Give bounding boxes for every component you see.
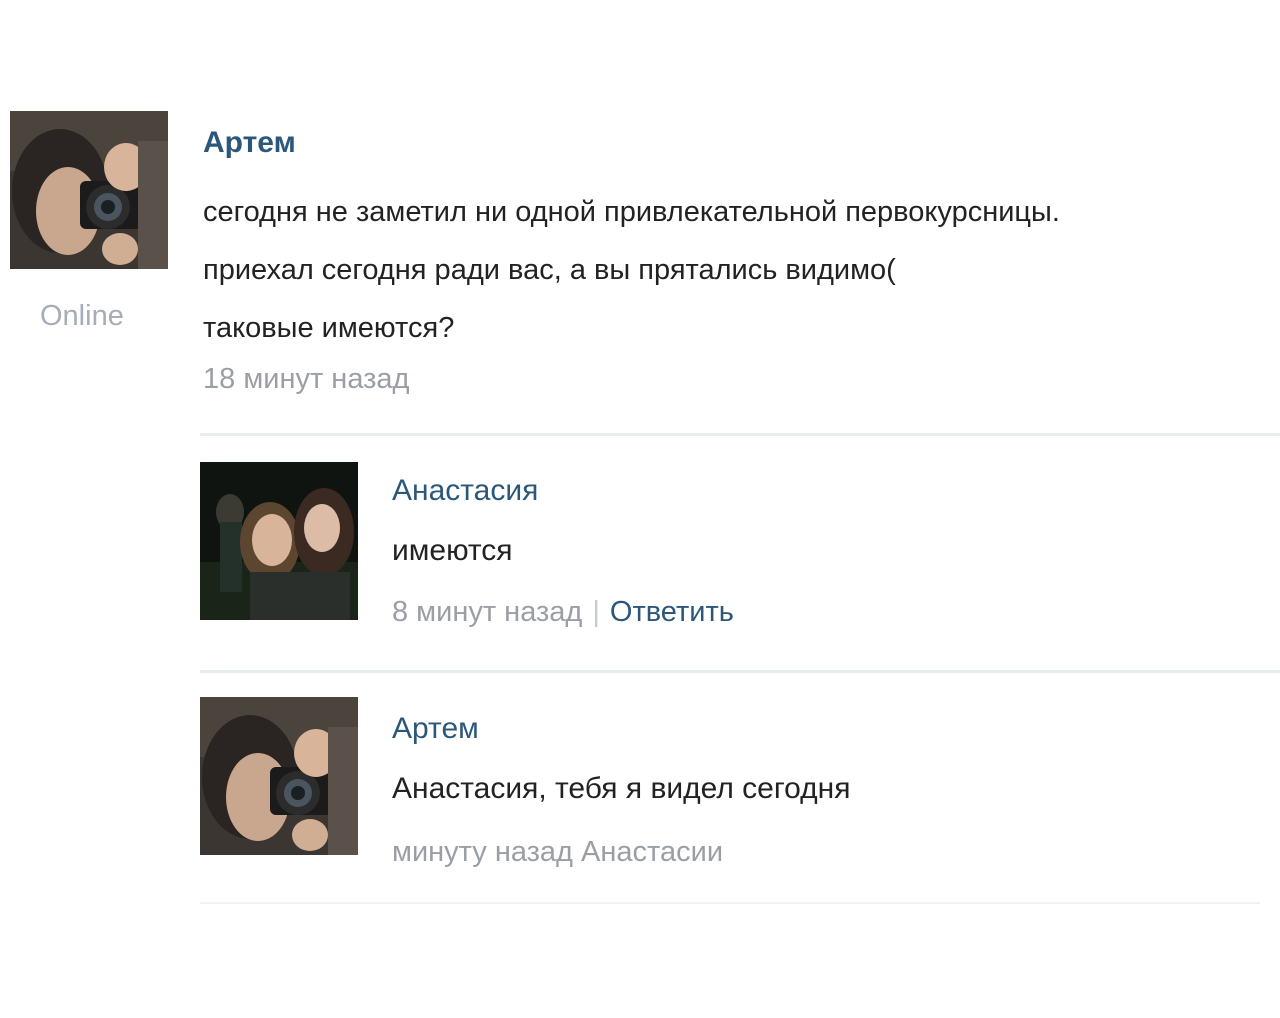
divider <box>200 433 1280 436</box>
reply-avatar[interactable] <box>200 462 358 620</box>
reply-author-name[interactable]: Анастасия <box>392 474 538 508</box>
avatar-photo <box>200 697 358 855</box>
reply-text: Анастасия, тебя я видел сегодня <box>392 772 851 805</box>
reply-timestamp[interactable]: 8 минут назад <box>392 596 582 628</box>
post-timestamp[interactable]: 18 минут назад <box>203 363 409 396</box>
meta-separator: | <box>592 596 600 628</box>
divider <box>200 902 1260 904</box>
reply-meta: минуту назад Анастасии <box>392 836 723 869</box>
online-status: Online <box>40 300 124 332</box>
divider <box>200 670 1280 673</box>
author-avatar[interactable] <box>10 111 168 269</box>
reply-button[interactable]: Ответить <box>610 596 734 628</box>
reply-text: имеются <box>392 534 513 567</box>
wall-post: Online Артем сегодня не заметил ни одной… <box>0 0 1280 1018</box>
post-text: сегодня не заметил ни одной привлекатель… <box>203 183 1273 357</box>
reply-author-name[interactable]: Артем <box>392 712 479 746</box>
post-author-name[interactable]: Артем <box>203 126 296 160</box>
post-text-line: приехал сегодня ради вас, а вы прятались… <box>203 254 896 286</box>
reply-timestamp[interactable]: минуту назад <box>392 836 573 868</box>
avatar-photo <box>10 111 168 269</box>
post-text-line: сегодня не заметил ни одной привлекатель… <box>203 196 1060 228</box>
reply-avatar[interactable] <box>200 697 358 855</box>
avatar-photo <box>200 462 358 620</box>
post-text-line: таковые имеются? <box>203 312 455 344</box>
reply-to-link[interactable]: Анастасии <box>581 836 723 868</box>
reply-meta: 8 минут назад | Ответить <box>392 596 734 629</box>
